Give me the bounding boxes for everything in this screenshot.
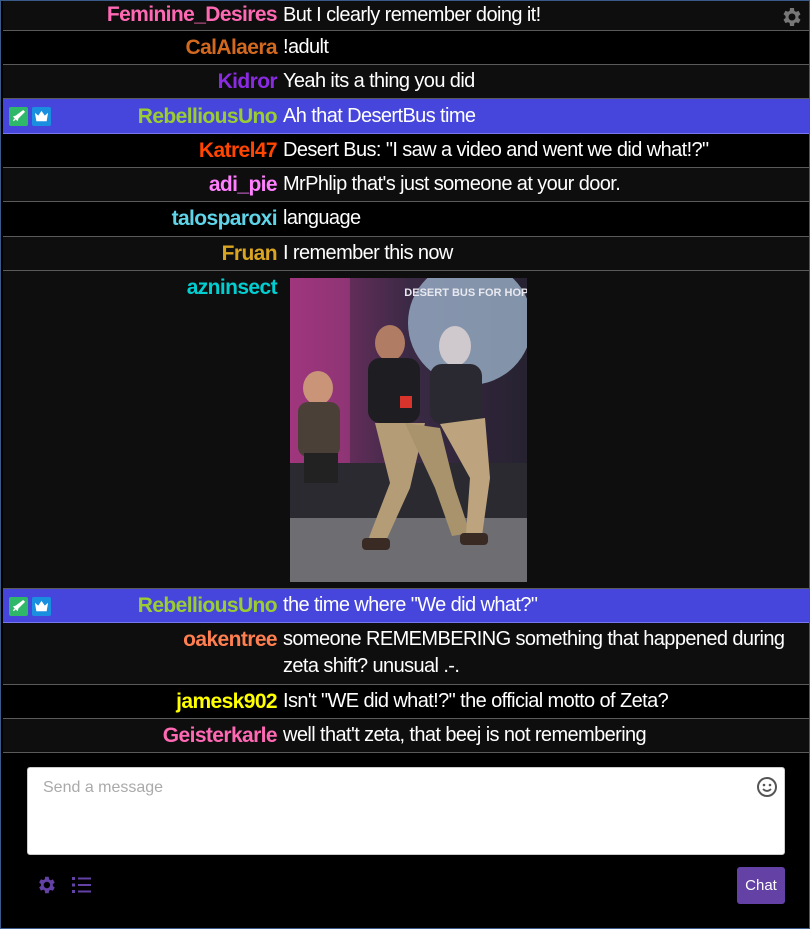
chat-send-button[interactable]: Chat [737,867,785,904]
chat-panel: Feminine_Desires But I clearly remember … [0,0,810,929]
moderator-icon[interactable] [9,597,28,616]
chat-message-highlighted: RebelliousUno Ah that DesertBus time [3,99,809,134]
chat-message: Fruan I remember this now [3,237,809,271]
message-text: Yeah its a thing you did [283,70,475,92]
chat-message: Katrel47 Desert Bus: "I saw a video and … [3,134,809,168]
chat-message: Kidror Yeah its a thing you did [3,65,809,99]
username[interactable]: azninsect [187,271,278,304]
list-icon[interactable] [71,874,93,901]
username[interactable]: RebelliousUno [138,99,278,134]
message-text: But I clearly remember doing it! [283,4,541,26]
username[interactable]: Katrel47 [199,134,278,167]
username[interactable]: Kidror [218,65,278,98]
username[interactable]: RebelliousUno [138,589,278,622]
message-text: Isn't "WE did what!?" the official motto… [283,690,669,712]
chat-message-list: Feminine_Desires But I clearly remember … [3,1,809,753]
message-text: MrPhlip that's just someone at your door… [283,173,621,195]
username[interactable]: talosparoxi [172,202,278,235]
badge-group [9,597,51,616]
gif-caption: DESERT BUS FOR HOPE [404,287,527,299]
message-text: I remember this now [283,242,453,264]
embedded-gif-image[interactable]: DESERT BUS FOR HOPE [290,278,527,582]
emoji-icon[interactable] [756,776,778,803]
username[interactable]: Fruan [222,237,278,270]
message-composer [27,767,785,855]
message-text: language [283,207,361,229]
subscriber-crown-icon[interactable] [32,597,51,616]
username[interactable]: jamesk902 [176,685,277,718]
username[interactable]: CalAlaera [186,31,278,64]
chat-message: jamesk902 Isn't "WE did what!?" the offi… [3,685,809,719]
chat-settings-bar [35,874,93,901]
moderator-icon[interactable] [9,107,28,126]
chat-message: Feminine_Desires But I clearly remember … [3,1,809,31]
gear-icon[interactable] [779,5,803,34]
username[interactable]: Feminine_Desires [107,1,278,29]
badge-group [9,107,51,126]
chat-message: adi_pie MrPhlip that's just someone at y… [3,168,809,202]
chat-message: Geisterkarle well that't zeta, that beej… [3,719,809,753]
message-text: Desert Bus: "I saw a video and went we d… [283,139,709,161]
message-text: Ah that DesertBus time [283,105,476,127]
username[interactable]: oakentree [183,623,277,656]
subscriber-crown-icon[interactable] [32,107,51,126]
gear-icon[interactable] [35,874,57,901]
chat-message-image: azninsect DESERT BUS FOR HOPE [3,271,809,589]
username[interactable]: Geisterkarle [163,719,278,752]
chat-message-highlighted: RebelliousUno the time where "We did wha… [3,589,809,623]
message-text: someone REMEMBERING something that happe… [283,628,785,677]
message-text: the time where "We did what?" [283,594,538,616]
message-text: well that't zeta, that beej is not remem… [283,724,647,746]
chat-message: talosparoxi language [3,202,809,237]
send-message-input[interactable] [41,778,745,798]
username[interactable]: adi_pie [209,168,278,201]
chat-message: oakentree someone REMEMBERING something … [3,623,809,685]
chat-message: CalAlaera !adult [3,31,809,65]
message-text: !adult [283,36,329,58]
